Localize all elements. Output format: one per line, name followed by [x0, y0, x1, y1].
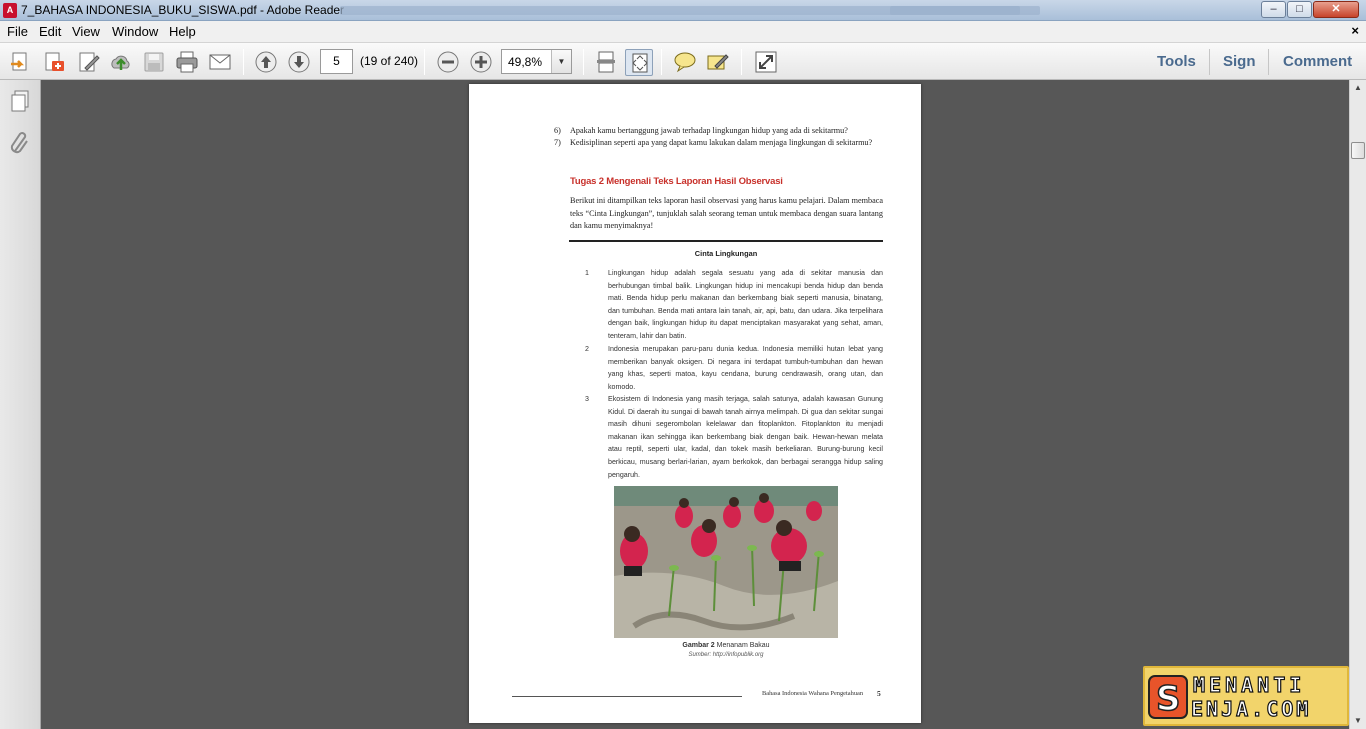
scroll-mode-icon[interactable] [594, 50, 618, 74]
sign-pane-link[interactable]: Sign [1223, 53, 1256, 70]
caption-text: Menanam Bakau [714, 642, 770, 649]
fit-page-icon [632, 53, 648, 73]
page-number-input[interactable]: 5 [320, 49, 353, 74]
comment-pane-link[interactable]: Comment [1283, 53, 1352, 70]
comment-icon[interactable] [673, 50, 697, 74]
pages-icon[interactable] [9, 89, 31, 113]
svg-text:MENANTI: MENANTI [1193, 673, 1305, 697]
paragraph-text: Indonesia merupakan paru-paru dunia kedu… [608, 345, 883, 391]
zoom-value: 49,8% [508, 55, 543, 69]
paragraph-text: Lingkungan hidup adalah segala sesuatu y… [608, 269, 883, 340]
previous-page-icon[interactable] [254, 50, 278, 74]
task-heading: Tugas 2 Mengenali Teks Laporan Hasil Obs… [570, 176, 783, 187]
svg-text:S: S [1156, 679, 1181, 719]
window-title: 7_BAHASA INDONESIA_BUKU_SISWA.pdf - Adob… [21, 3, 345, 17]
question-number: 6) [554, 126, 561, 135]
scroll-down-icon[interactable]: ▼ [1350, 713, 1366, 729]
paragraph-number: 1 [585, 269, 589, 277]
paragraph-text: Ekosistem di Indonesia yang masih terjag… [608, 395, 883, 479]
text-title: Cinta Lingkungan [694, 249, 758, 258]
minimize-button[interactable]: – [1261, 1, 1286, 18]
numbered-paragraph: 2 Indonesia merupakan paru-paru dunia ke… [585, 343, 883, 393]
question-item: 7) Kedisiplinan seperti apa yang dapat k… [554, 137, 883, 149]
page-count: (19 of 240) [360, 54, 419, 68]
menu-edit[interactable]: Edit [39, 24, 61, 39]
menu-view[interactable]: View [72, 24, 100, 39]
footer-page-number: 5 [877, 689, 881, 698]
navigation-pane [0, 80, 41, 729]
toolbar-separator [424, 49, 425, 75]
maximize-button[interactable]: □ [1287, 1, 1312, 18]
question-item: 6) Apakah kamu bertanggung jawab terhada… [554, 125, 883, 137]
toolbar-separator [583, 49, 584, 75]
acrobat-icon[interactable]: A [3, 3, 17, 18]
menantisenja-watermark-logo: S MENANTI ENJA.COM [1143, 666, 1349, 726]
paragraph-number: 2 [585, 345, 589, 353]
toolbar-separator [741, 49, 742, 75]
scroll-up-icon[interactable]: ▲ [1350, 80, 1366, 96]
question-number: 7) [554, 138, 561, 147]
fit-page-button[interactable] [625, 49, 653, 76]
background-title-blur [890, 6, 1020, 15]
chevron-down-icon[interactable]: ▼ [551, 50, 571, 73]
svg-text:ENJA.COM: ENJA.COM [1191, 697, 1311, 721]
toolbar-separator [661, 49, 662, 75]
save-icon[interactable] [142, 50, 166, 74]
upload-cloud-icon[interactable] [109, 50, 133, 74]
toolbar-separator [243, 49, 244, 75]
scrollbar-thumb[interactable] [1351, 142, 1365, 159]
question-text: Apakah kamu bertanggung jawab terhadap l… [570, 126, 848, 135]
email-icon[interactable] [208, 50, 232, 74]
toolbar-separator [1268, 49, 1269, 75]
menu-file[interactable]: File [7, 24, 28, 39]
attachments-icon[interactable] [9, 131, 31, 155]
open-icon[interactable] [9, 50, 33, 74]
menu-window[interactable]: Window [112, 24, 158, 39]
highlight-icon[interactable] [706, 50, 730, 74]
close-document-icon[interactable]: × [1351, 23, 1359, 38]
intro-paragraph: Berikut ini ditampilkan teks laporan has… [570, 196, 883, 230]
caption-label: Gambar 2 [682, 642, 715, 649]
vertical-scrollbar[interactable]: ▲ ▼ [1349, 80, 1366, 729]
numbered-paragraph: 3 Ekosistem di Indonesia yang masih terj… [585, 393, 883, 481]
question-text: Kedisiplinan seperti apa yang dapat kamu… [570, 138, 873, 147]
close-button[interactable]: ✕ [1313, 1, 1359, 18]
title-bar: A 7_BAHASA INDONESIA_BUKU_SISWA.pdf - Ad… [0, 0, 1366, 21]
mangrove-planting-photo [614, 486, 838, 638]
zoom-select[interactable]: 49,8% ▼ [501, 49, 572, 74]
menu-help[interactable]: Help [169, 24, 196, 39]
numbered-paragraph: 1 Lingkungan hidup adalah segala sesuatu… [585, 267, 883, 343]
pdf-page[interactable]: 6) Apakah kamu bertanggung jawab terhada… [469, 84, 921, 723]
print-icon[interactable] [175, 50, 199, 74]
toolbar: 5 (19 of 240) 49,8% ▼ Tools Sign Comment [0, 42, 1366, 80]
zoom-out-icon[interactable] [436, 50, 460, 74]
zoom-in-icon[interactable] [469, 50, 493, 74]
figure-caption: Gambar 2 Menanam Bakau [569, 642, 883, 649]
footer-book-title: Bahasa Indonesia Wahana Pengetahuan [762, 690, 864, 697]
create-pdf-icon[interactable] [43, 50, 67, 74]
footer-rule [512, 696, 742, 697]
figure-source: Sumber: http://infopublik.org [688, 652, 764, 658]
menu-bar: File Edit View Window Help × [0, 21, 1366, 42]
next-page-icon[interactable] [287, 50, 311, 74]
toolbar-separator [1209, 49, 1210, 75]
section-rule [569, 240, 883, 242]
full-screen-icon[interactable] [754, 50, 778, 74]
tools-pane-link[interactable]: Tools [1157, 53, 1196, 70]
paragraph-number: 3 [585, 395, 589, 403]
edit-icon[interactable] [77, 50, 101, 74]
